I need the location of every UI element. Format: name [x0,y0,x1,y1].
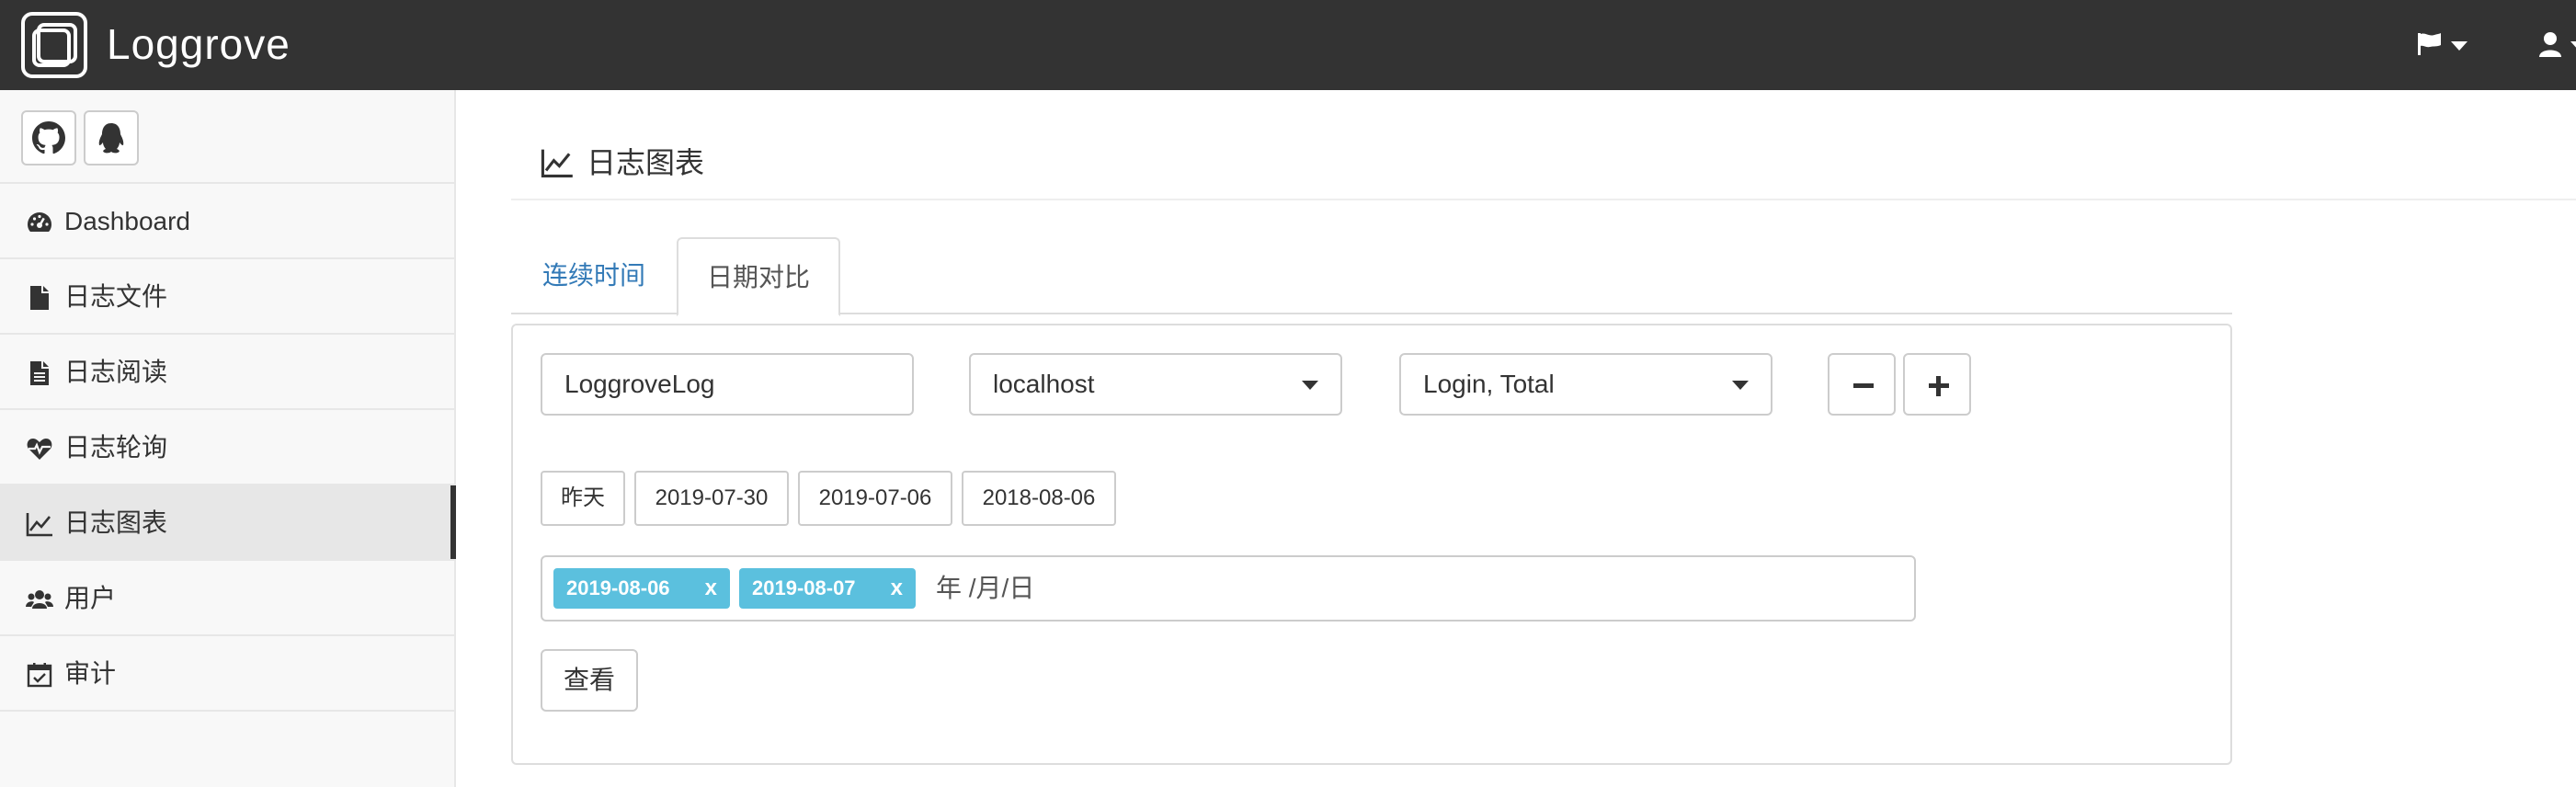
sidebar-item-users[interactable]: 用户 [0,561,454,636]
sidebar-item-label: Dashboard [64,207,190,235]
metrics-select[interactable]: Login, Total [1399,353,1772,416]
view-button[interactable]: 查看 [541,649,638,712]
sidebar-item-log-files[interactable]: 日志文件 [0,259,454,335]
minus-icon [1853,383,1874,388]
sidebar: Dashboard 日志文件 日志阅读 日志轮询 日志图表 用户 审计 [0,90,456,787]
sidebar-item-dashboard[interactable]: Dashboard [0,184,454,259]
loggrove-logo-icon[interactable] [21,12,87,78]
language-dropdown[interactable] [2416,29,2471,61]
selected-dates-input[interactable]: 2019-08-06 x 2019-08-07 x 年 /月/日 [541,555,1916,622]
sidebar-item-label: 日志阅读 [64,358,168,386]
sidebar-item-log-chart[interactable]: 日志图表 [0,485,456,561]
host-select[interactable]: localhost [969,353,1342,416]
caret-down-icon [2451,41,2468,51]
qq-penguin-icon [98,123,124,154]
date-picker-placeholder[interactable]: 年 /月/日 [936,568,1034,609]
sidebar-item-label: 日志轮询 [64,433,168,462]
file-text-icon [30,361,49,385]
date-compare-panel: localhost Login, Total 昨天 2019-07-30 201… [511,324,2232,765]
sidebar-item-log-read[interactable]: 日志阅读 [0,335,454,410]
log-name-input-wrap [541,353,914,416]
quick-date-button[interactable]: 2018-08-06 [962,471,1116,526]
page-header: 日志图表 [511,138,2576,200]
sidebar-item-audit[interactable]: 审计 [0,636,454,712]
sidebar-item-label: 审计 [64,659,117,688]
user-dropdown[interactable] [2537,29,2576,61]
calendar-check-icon [27,663,52,688]
host-select-value: localhost [993,370,1095,398]
remove-tag-button[interactable]: x [705,568,717,609]
add-row-button[interactable] [1903,353,1971,416]
tab-continuous-time[interactable]: 连续时间 [511,237,677,314]
plus-icon-vertical [1936,376,1941,396]
date-tag-label: 2019-08-07 [752,576,856,599]
log-name-input[interactable] [564,370,878,399]
tab-bar: 连续时间 日期对比 [511,237,2232,316]
file-icon [30,286,49,310]
top-navbar: Loggrove [0,0,2576,90]
sidebar-item-label: 日志图表 [64,508,168,537]
caret-down-icon [1732,381,1749,390]
date-tag: 2019-08-06 x [553,568,730,609]
page-title: 日志图表 [587,146,705,179]
tab-date-compare[interactable]: 日期对比 [677,237,840,316]
line-chart-icon [26,513,52,537]
caret-down-icon [2570,41,2576,51]
remove-tag-button[interactable]: x [891,568,903,609]
github-button[interactable] [21,110,76,165]
social-buttons [0,90,454,184]
line-chart-icon [541,149,573,177]
flag-icon [2418,33,2441,55]
user-icon [2539,32,2561,57]
date-tag: 2019-08-07 x [739,568,916,609]
brand-name[interactable]: Loggrove [107,18,291,70]
qq-button[interactable] [84,110,139,165]
quick-date-button[interactable]: 2019-07-06 [798,471,952,526]
quick-date-yesterday[interactable]: 昨天 [541,471,625,526]
github-icon [32,121,65,154]
date-tag-label: 2019-08-06 [566,576,670,599]
caret-down-icon [1302,381,1318,390]
metrics-select-value: Login, Total [1423,370,1555,398]
sidebar-item-label: 日志文件 [64,282,168,311]
heartbeat-icon [27,439,52,460]
sidebar-item-log-poll[interactable]: 日志轮询 [0,410,454,485]
remove-row-button[interactable] [1828,353,1896,416]
quick-date-button[interactable]: 2019-07-30 [634,471,789,526]
dashboard-icon [28,212,51,232]
users-icon [26,590,53,609]
sidebar-item-label: 用户 [64,584,117,612]
